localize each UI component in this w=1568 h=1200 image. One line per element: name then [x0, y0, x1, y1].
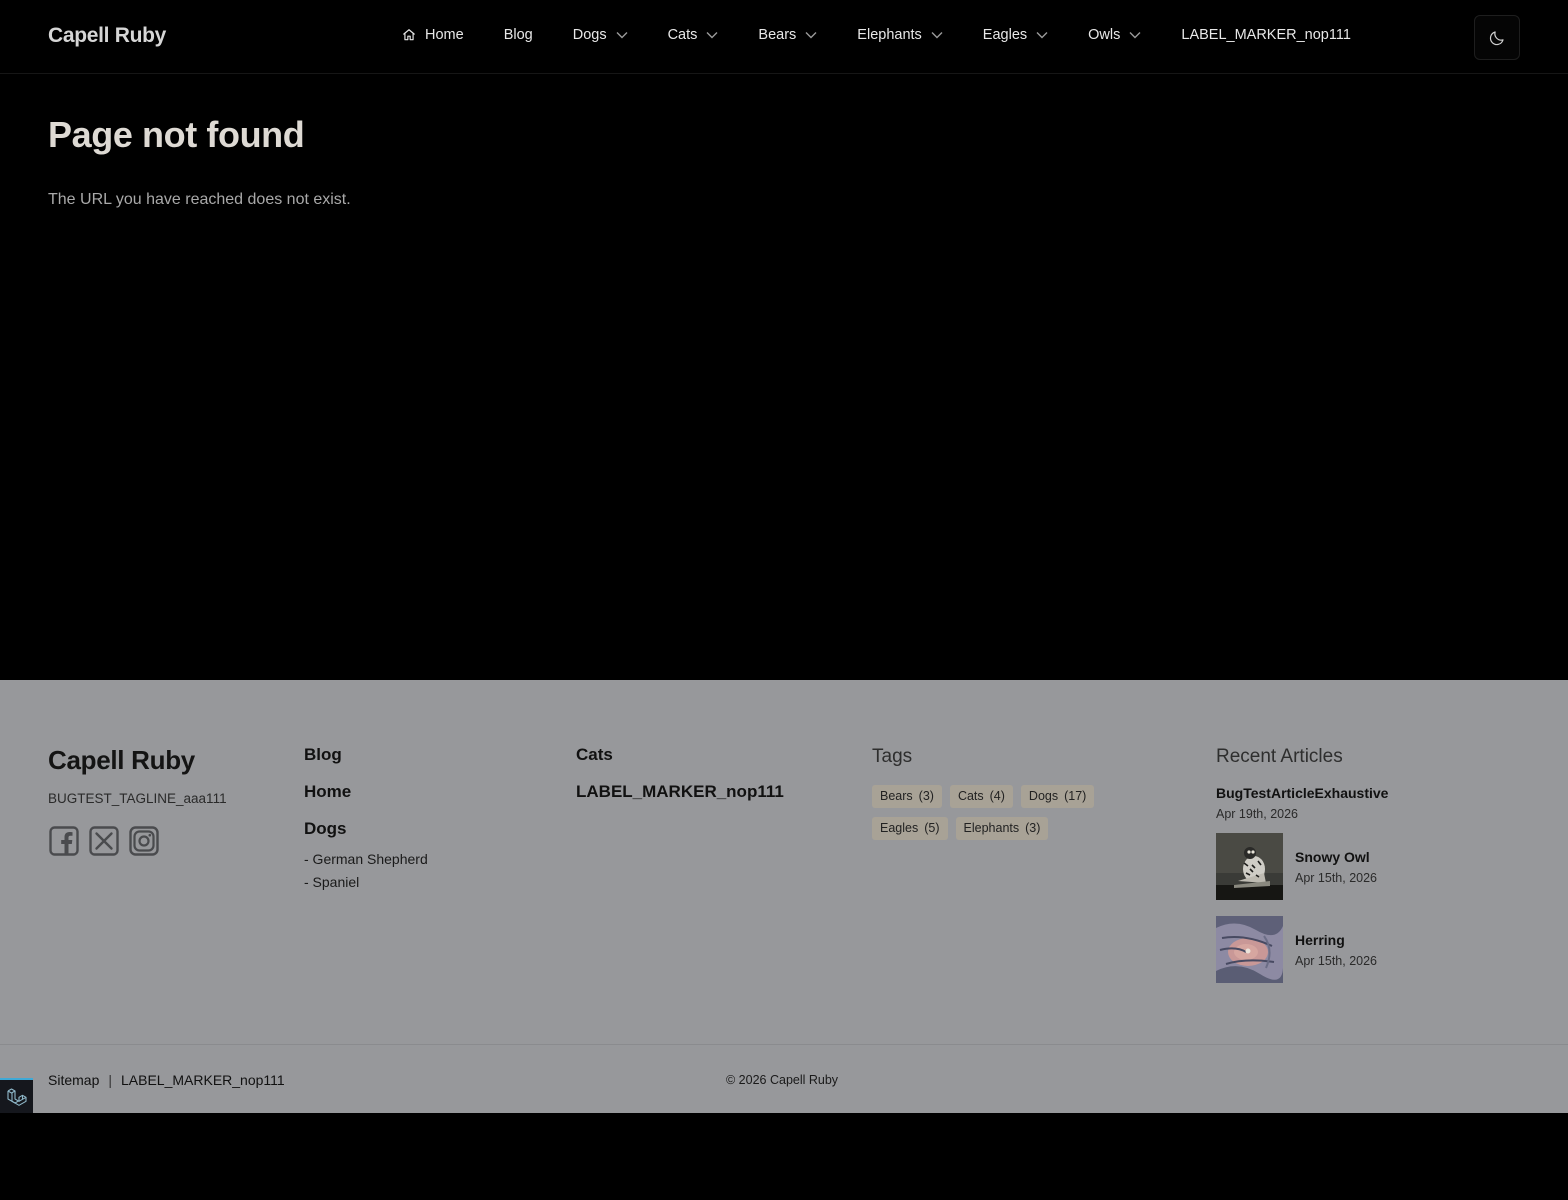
site-header: Capell Ruby Home Blog Dogs Cats Bears El…: [0, 0, 1568, 74]
tag-name: Elephants: [963, 821, 1020, 835]
moon-icon: [1489, 30, 1504, 45]
footer-link-dogs[interactable]: Dogs: [304, 819, 428, 838]
footer-recent-articles: Recent Articles BugTestArticleExhaustive…: [1216, 746, 1388, 983]
tag-eagles[interactable]: Eagles (5): [872, 817, 948, 840]
footer-link-home[interactable]: Home: [304, 782, 428, 801]
nav-item-label: LABEL_MARKER_nop111: [1181, 27, 1351, 43]
herring-image: [1216, 916, 1283, 983]
article-date: Apr 15th, 2026: [1295, 870, 1378, 885]
page-title: Page not found: [48, 114, 305, 155]
tag-count: (5): [924, 821, 940, 835]
footer-bottom-bar: Sitemap | LABEL_MARKER_nop111 © 2026 Cap…: [0, 1044, 1568, 1113]
instagram-icon: [129, 826, 159, 856]
footer-bottom-links: Sitemap | LABEL_MARKER_nop111: [48, 1072, 285, 1088]
site-brand[interactable]: Capell Ruby: [48, 24, 166, 48]
footer-link-label-marker[interactable]: LABEL_MARKER_nop111: [576, 782, 784, 801]
home-icon: [403, 29, 415, 41]
tag-name: Cats: [957, 789, 984, 803]
owl-image: [1216, 833, 1283, 900]
nav-item-label: Cats: [667, 27, 698, 43]
nav-item-eagles[interactable]: Eagles: [983, 27, 1048, 43]
article-title[interactable]: BugTestArticleExhaustive: [1216, 785, 1388, 801]
nav-item-dogs[interactable]: Dogs: [573, 27, 628, 43]
facebook-link[interactable]: [48, 825, 80, 857]
nav-item-blog[interactable]: Blog: [504, 27, 533, 43]
tag-cats[interactable]: Cats (4): [949, 785, 1013, 808]
tag-dogs[interactable]: Dogs (17): [1020, 785, 1095, 808]
nav-item-home[interactable]: Home: [402, 27, 464, 43]
article-title[interactable]: Herring: [1295, 932, 1377, 948]
footer-link-blog[interactable]: Blog: [304, 745, 428, 764]
footer-tags: Tags Bears (3) Cats (4) Dogs (17) Eagles (5)…: [872, 746, 1172, 849]
article-date: Apr 19th, 2026: [1216, 807, 1299, 821]
footer-nav-col-2: Cats LABEL_MARKER_nop111: [576, 745, 784, 819]
x-icon: [89, 826, 119, 856]
tag-bears[interactable]: Bears (3): [872, 785, 942, 808]
tag-elephants[interactable]: Elephants (3): [955, 817, 1049, 840]
footer-tagline: BUGTEST_TAGLINE_aaa111: [48, 791, 227, 806]
chevron-down-icon: [931, 32, 943, 39]
link-separator: |: [108, 1072, 112, 1088]
nav-item-label: Eagles: [982, 27, 1028, 43]
x-link[interactable]: [88, 825, 120, 857]
site-footer: Capell Ruby BUGTEST_TAGLINE_aaa111 Blog …: [0, 680, 1568, 1113]
chevron-down-icon: [1129, 32, 1141, 39]
recent-articles-heading: Recent Articles: [1216, 746, 1343, 767]
debug-toolbar-badge[interactable]: [0, 1078, 33, 1113]
nav-item-owls[interactable]: Owls: [1088, 27, 1141, 43]
tag-count: (17): [1064, 789, 1087, 803]
footer-bottom-label-marker-link[interactable]: LABEL_MARKER_nop111: [121, 1072, 285, 1088]
nav-item-label: Blog: [503, 27, 533, 43]
nav-item-label-marker[interactable]: LABEL_MARKER_nop111: [1181, 27, 1351, 43]
page-message: The URL you have reached does not exist.: [48, 191, 351, 208]
tags-heading: Tags: [872, 746, 913, 767]
footer-brand[interactable]: Capell Ruby: [48, 745, 195, 776]
nav-item-elephants[interactable]: Elephants: [857, 27, 943, 43]
theme-toggle-button[interactable]: [1474, 15, 1520, 60]
footer-link-cats[interactable]: Cats: [576, 745, 784, 764]
tag-name: Dogs: [1028, 789, 1059, 803]
nav-item-label: Owls: [1088, 27, 1121, 43]
footer-sublink-german-shepherd[interactable]: - German Shepherd: [304, 851, 428, 867]
recent-article[interactable]: BugTestArticleExhaustive Apr 19th, 2026: [1216, 785, 1388, 821]
nav-item-cats[interactable]: Cats: [668, 27, 719, 43]
chevron-down-icon: [706, 32, 718, 39]
laravel-icon: [6, 1087, 27, 1106]
tag-count: (3): [1025, 821, 1041, 835]
article-meta: Herring Apr 15th, 2026: [1295, 932, 1377, 968]
footer-nav-col-1: Blog Home Dogs - German Shepherd - Spani…: [304, 745, 428, 902]
nav-item-label: Bears: [758, 27, 797, 43]
nav-item-label: Elephants: [857, 27, 922, 43]
recent-article[interactable]: Snowy Owl Apr 15th, 2026: [1216, 833, 1388, 900]
nav-item-bears[interactable]: Bears: [758, 27, 817, 43]
footer-sublink-spaniel[interactable]: - Spaniel: [304, 874, 428, 890]
nav-item-label: Home: [425, 27, 464, 43]
tag-count: (3): [918, 789, 934, 803]
nav-item-label: Dogs: [572, 27, 607, 43]
tag-count: (4): [989, 789, 1005, 803]
social-links: [48, 825, 168, 857]
main-nav: Home Blog Dogs Cats Bears Elephants Eagl…: [402, 27, 1351, 43]
copyright: © 2026 Capell Ruby: [726, 1073, 839, 1087]
article-date: Apr 15th, 2026: [1295, 953, 1378, 968]
article-title[interactable]: Snowy Owl: [1295, 849, 1377, 865]
facebook-icon: [49, 826, 79, 856]
sitemap-link[interactable]: Sitemap: [48, 1072, 99, 1088]
article-meta: Snowy Owl Apr 15th, 2026: [1295, 849, 1377, 885]
tag-name: Bears: [880, 789, 913, 803]
article-thumbnail-herring[interactable]: [1216, 916, 1283, 983]
instagram-link[interactable]: [128, 825, 160, 857]
chevron-down-icon: [805, 32, 817, 39]
recent-article[interactable]: Herring Apr 15th, 2026: [1216, 916, 1388, 983]
tag-list: Bears (3) Cats (4) Dogs (17) Eagles (5) Elep…: [872, 785, 1172, 849]
chevron-down-icon: [1036, 32, 1048, 39]
chevron-down-icon: [616, 32, 628, 39]
tag-name: Eagles: [880, 821, 919, 835]
article-thumbnail-owl[interactable]: [1216, 833, 1283, 900]
